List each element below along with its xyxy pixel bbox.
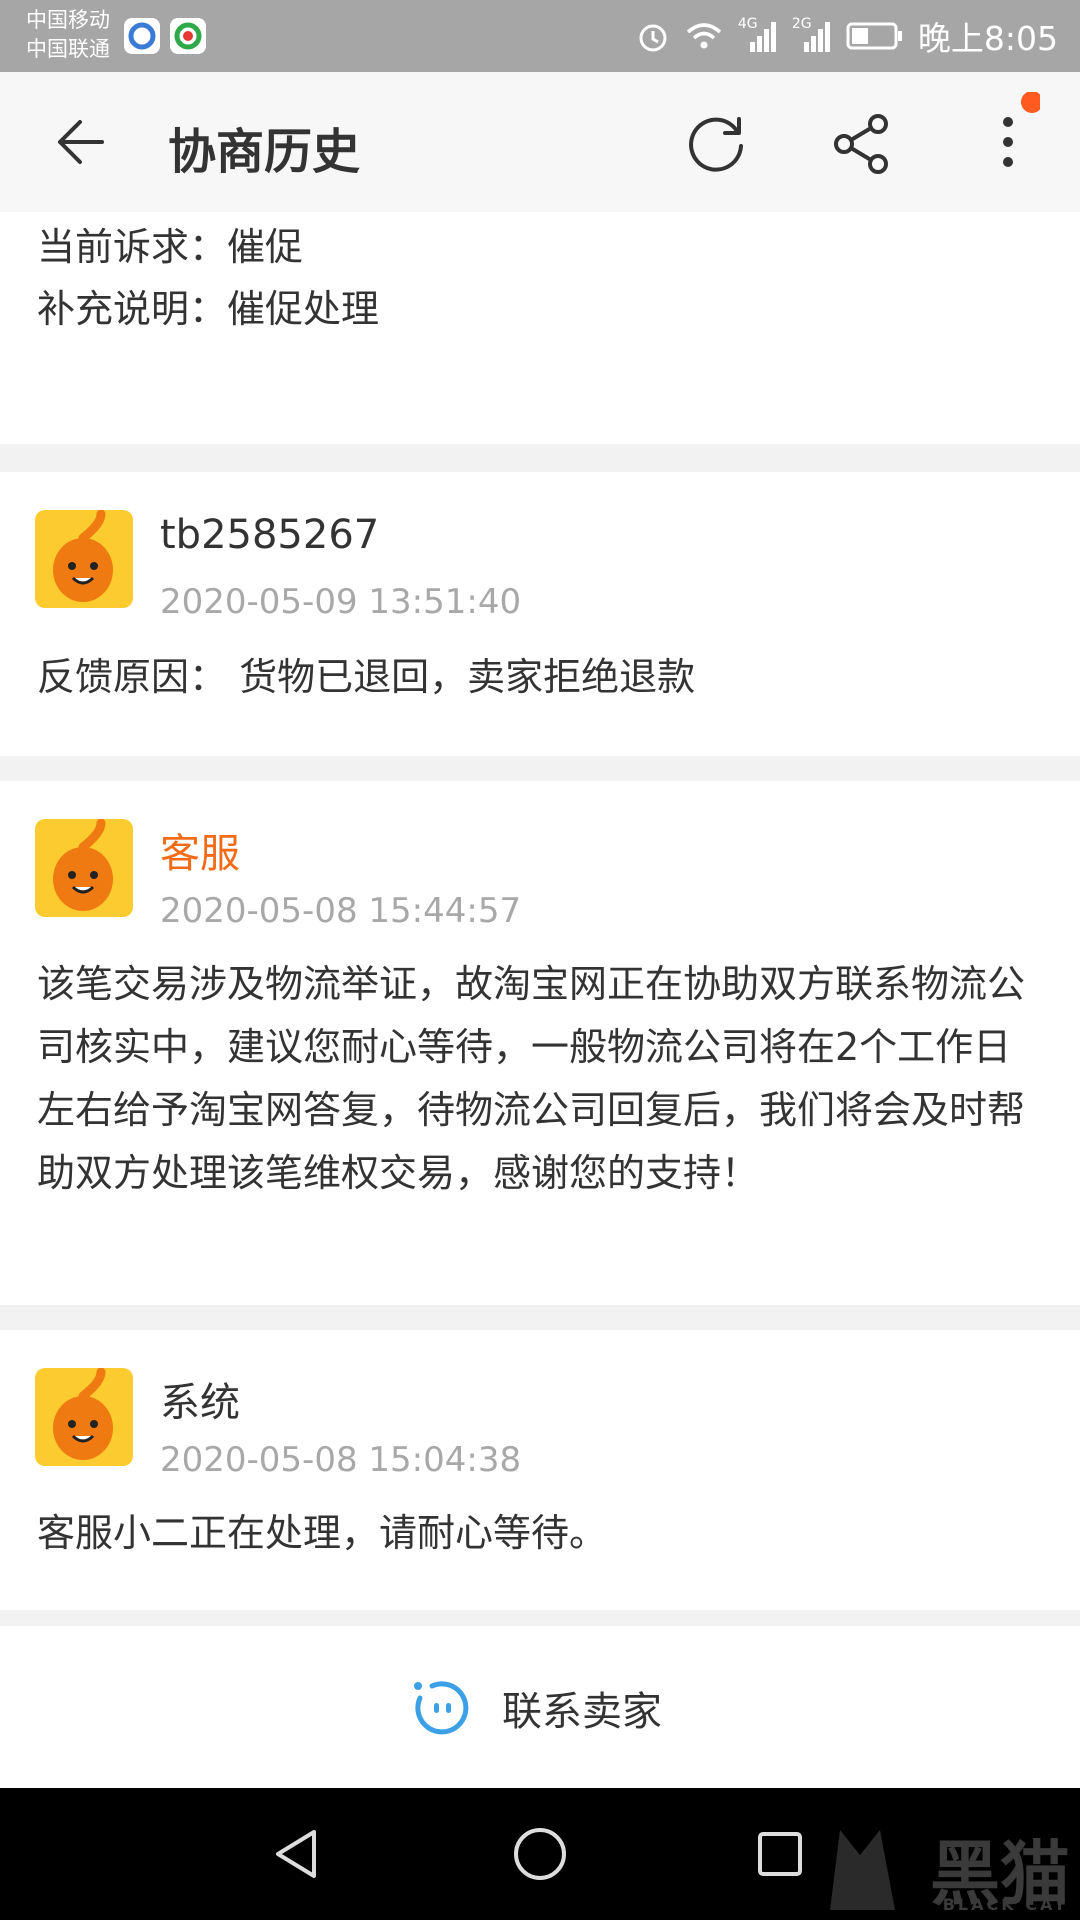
notification-app-icon (124, 18, 160, 54)
message-author: 系统 (160, 1380, 240, 1426)
message-time: 2020-05-08 15:04:38 (160, 1440, 522, 1480)
contact-seller-label: 联系卖家 (502, 1689, 662, 1735)
avatar (35, 819, 133, 917)
navigation-bar (0, 1788, 1080, 1920)
message-author: 客服 (160, 831, 240, 877)
clock: 晚上8:05 (917, 19, 1058, 58)
share-icon (834, 114, 888, 174)
bottom-action-bar: 联系卖家 (0, 1626, 1080, 1788)
message-text: 反馈原因： 货物已退回，卖家拒绝退款 (37, 655, 696, 699)
app-bar: 协商历史 (0, 72, 1080, 212)
more-vertical-icon (1003, 91, 1043, 167)
refresh-button[interactable] (684, 110, 750, 180)
signal-2g: 2G (792, 16, 832, 54)
chat-face-icon (414, 1681, 469, 1735)
cat-logo-icon (830, 1830, 895, 1910)
message-card: 客服 2020-05-08 15:44:57 该笔交易涉及物流举证，故淘宝网正在… (0, 781, 1080, 1305)
message-card: 系统 2020-05-08 15:04:38 客服小二正在处理，请耐心等待。 (0, 1330, 1080, 1610)
status-icons: 4G 2G 晚上8:05 (636, 14, 1058, 58)
more-button[interactable] (980, 91, 1043, 192)
page-title: 协商历史 (168, 124, 361, 180)
carrier-2: 中国联通 (26, 37, 110, 61)
share-button[interactable] (830, 112, 894, 180)
square-recents-icon (758, 1832, 802, 1876)
battery-icon (846, 22, 902, 50)
triangle-back-icon (276, 1830, 316, 1878)
message-time: 2020-05-09 13:51:40 (160, 582, 522, 622)
refresh-icon (689, 117, 743, 172)
current-request: 当前诉求：催促 (37, 225, 304, 269)
message-time: 2020-05-08 15:44:57 (160, 891, 522, 931)
additional-note: 补充说明：催促处理 (37, 287, 380, 331)
back-button[interactable] (50, 112, 110, 176)
arrow-left-icon (58, 120, 104, 164)
carrier-info: 中国移动 中国联通 (26, 6, 110, 64)
contact-seller-button[interactable]: 联系卖家 (410, 1676, 662, 1740)
nav-recents-button[interactable] (752, 1826, 808, 1886)
alarm-icon (639, 24, 667, 52)
message-text: 该笔交易涉及物流举证，故淘宝网正在协助双方联系物流公司核实中，建议您耐心等待，一… (37, 962, 1026, 1195)
message-text: 客服小二正在处理，请耐心等待。 (37, 1511, 608, 1555)
signal-4g: 4G (738, 16, 778, 54)
circle-home-icon (514, 1828, 566, 1880)
carrier-1: 中国移动 (26, 8, 110, 32)
avatar (35, 1368, 133, 1466)
message-card: tb2585267 2020-05-09 13:51:40 反馈原因： 货物已退… (0, 472, 1080, 756)
nav-home-button[interactable] (510, 1824, 570, 1888)
status-bar: 中国移动 中国联通 4G 2G 晚上8:05 (0, 0, 1080, 72)
message-author: tb2585267 (160, 512, 380, 558)
request-card: 当前诉求：催促 补充说明：催促处理 (0, 212, 1080, 444)
notification-app-icon (170, 18, 206, 54)
nav-back-button[interactable] (270, 1826, 326, 1886)
avatar (35, 510, 133, 608)
wifi-icon (686, 23, 722, 49)
